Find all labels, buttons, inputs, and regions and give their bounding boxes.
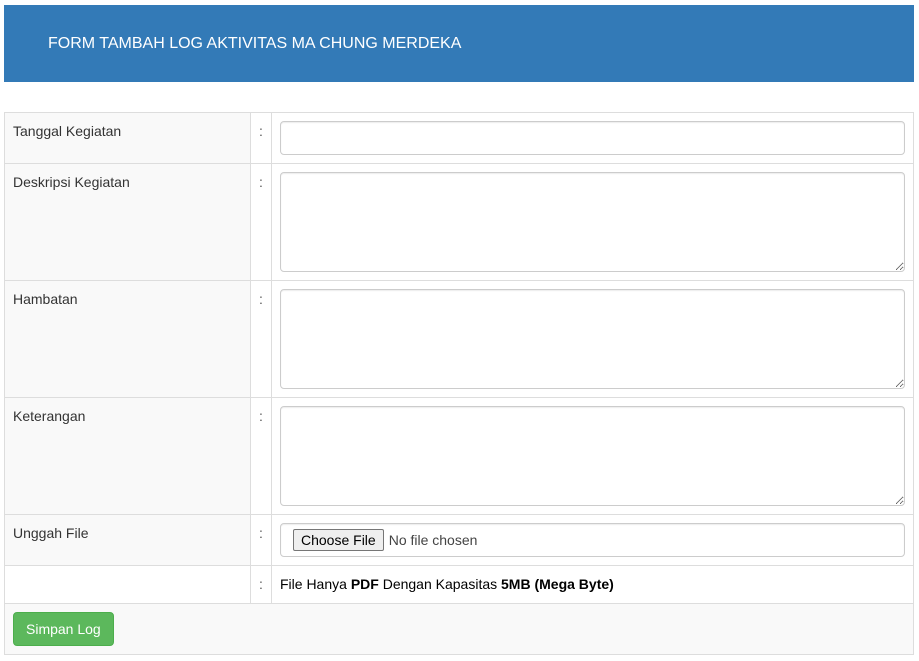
file-format: PDF [350, 576, 379, 592]
keterangan-label: Keterangan [13, 408, 86, 424]
tanggal-input[interactable] [280, 121, 905, 155]
row-note: : File Hanya PDF Dengan Kapasitas 5MB (M… [4, 565, 914, 604]
file-size-limit: 5MB (Mega Byte) [501, 576, 614, 592]
colon-separator: : [259, 291, 263, 307]
colon-separator: : [259, 576, 263, 592]
form-title: FORM TAMBAH LOG AKTIVITAS MA CHUNG MERDE… [48, 35, 462, 52]
colon-separator: : [259, 525, 263, 541]
colon-separator: : [259, 408, 263, 424]
save-log-button[interactable]: Simpan Log [13, 612, 114, 646]
hambatan-label: Hambatan [13, 291, 78, 307]
file-status-text: No file chosen [388, 532, 478, 548]
file-requirement-note: File Hanya PDF Dengan Kapasitas 5MB (Meg… [280, 576, 614, 592]
row-submit: Simpan Log [4, 603, 914, 655]
colon-separator: : [259, 174, 263, 190]
row-deskripsi: Deskripsi Kegiatan : [4, 163, 914, 281]
form-header: FORM TAMBAH LOG AKTIVITAS MA CHUNG MERDE… [4, 5, 914, 82]
deskripsi-textarea[interactable] [280, 172, 905, 272]
row-hambatan: Hambatan : [4, 280, 914, 398]
unggah-label: Unggah File [13, 525, 89, 541]
deskripsi-label: Deskripsi Kegiatan [13, 174, 130, 190]
tanggal-label: Tanggal Kegiatan [13, 123, 122, 139]
hambatan-textarea[interactable] [280, 289, 905, 389]
log-form-table: Tanggal Kegiatan : Deskripsi Kegiatan : … [4, 112, 914, 655]
keterangan-textarea[interactable] [280, 406, 905, 506]
choose-file-button[interactable]: Choose File [293, 529, 384, 551]
file-input[interactable]: Choose File No file chosen [280, 523, 905, 557]
row-tanggal: Tanggal Kegiatan : [4, 112, 914, 164]
row-unggah: Unggah File : Choose File No file chosen [4, 514, 914, 566]
colon-separator: : [259, 123, 263, 139]
row-keterangan: Keterangan : [4, 397, 914, 515]
